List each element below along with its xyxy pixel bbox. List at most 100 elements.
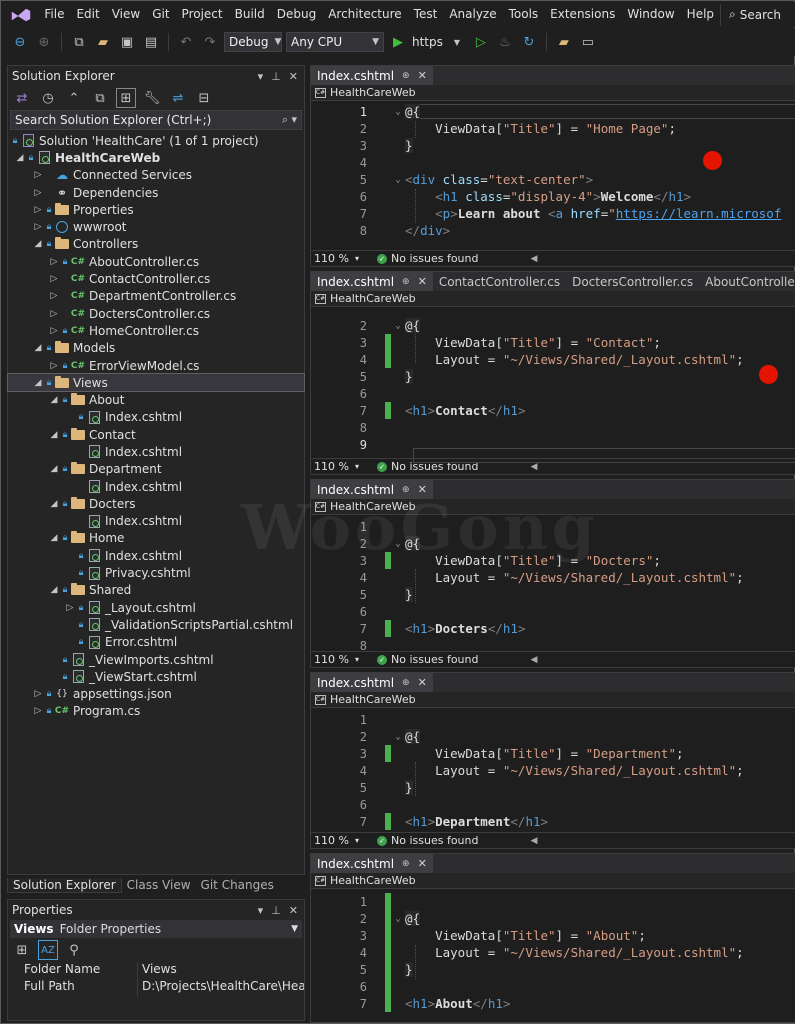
tree-item-wwwroot[interactable]: ▷ 🔒︎ wwwroot — [8, 218, 304, 235]
tree-item-appsettings[interactable]: ▷ 🔒︎ {} appsettings.json — [8, 686, 304, 703]
menu-architecture[interactable]: Architecture — [322, 2, 407, 27]
start-debugging-icon[interactable]: ▶ — [388, 32, 408, 52]
collapsed-arrow-icon[interactable]: ▷ — [48, 274, 60, 284]
tree-item-shared-error[interactable]: 🔒︎ Error.cshtml — [8, 634, 304, 651]
menu-extensions[interactable]: Extensions — [544, 2, 621, 27]
tab-index-cshtml[interactable]: Index.cshtml ⊕ ✕ — [311, 272, 433, 291]
tree-item-contact-controller[interactable]: ▷ C# ContactController.cs — [8, 270, 304, 287]
tab-git-changes[interactable]: Git Changes — [196, 878, 279, 892]
tree-item-about-index[interactable]: 🔒︎ Index.cshtml — [8, 409, 304, 426]
close-icon[interactable]: ✕ — [418, 275, 427, 288]
preview-icon[interactable]: ⇌ — [168, 88, 188, 108]
zoom-level[interactable]: 110 % ▾ — [311, 653, 369, 666]
tree-item-project[interactable]: ◢ 🔒︎ HealthCareWeb — [8, 149, 304, 166]
tab-about-controller[interactable]: AboutController.c — [699, 272, 795, 291]
tree-item-home-folder[interactable]: ◢ 🔒︎ Home — [8, 530, 304, 547]
code-editor[interactable]: 1 2 ⌄ @{ 3 ViewData["Title"] = "Docters"; … — [311, 515, 795, 653]
tree-item-contact-index[interactable]: Index.cshtml — [8, 443, 304, 460]
tree-item-home-controller[interactable]: ▷ 🔒︎ C# HomeController.cs — [8, 322, 304, 339]
collapsed-arrow-icon[interactable]: ▷ — [48, 291, 60, 301]
pin-icon[interactable]: ⊕ — [402, 859, 410, 869]
expanded-arrow-icon[interactable]: ◢ — [32, 239, 44, 249]
issues-indicator[interactable]: ✓ No issues found — [369, 653, 478, 666]
menu-project[interactable]: Project — [176, 2, 229, 27]
layout-icon[interactable]: ▭ — [578, 32, 598, 52]
menu-view[interactable]: View — [106, 2, 146, 27]
collapsed-arrow-icon[interactable]: ▷ — [48, 361, 60, 371]
expanded-arrow-icon[interactable]: ◢ — [48, 533, 60, 543]
switch-views-icon[interactable]: ⇄ — [12, 88, 32, 108]
redo-icon[interactable]: ↷ — [200, 32, 220, 52]
pin-icon[interactable]: ⊕ — [402, 277, 410, 287]
menu-help[interactable]: Help — [681, 2, 720, 27]
tree-item-shared-validation[interactable]: 🔒︎ _ValidationScriptsPartial.cshtml — [8, 616, 304, 633]
scroll-left-icon[interactable]: ◀ — [530, 655, 537, 665]
tree-item-connected-services[interactable]: ▷ ☁ Connected Services — [8, 167, 304, 184]
project-navigation-bar[interactable]: C# HealthCareWeb — [311, 291, 795, 307]
expanded-arrow-icon[interactable]: ◢ — [48, 464, 60, 474]
project-navigation-bar[interactable]: C# HealthCareWeb — [311, 499, 795, 515]
menu-tools[interactable]: Tools — [503, 2, 545, 27]
property-pages-icon[interactable]: ⚲ — [64, 940, 84, 960]
project-navigation-bar[interactable]: C# HealthCareWeb — [311, 873, 795, 889]
tab-index-cshtml[interactable]: Index.cshtml ⊕ ✕ — [311, 66, 433, 85]
chevron-down-icon[interactable]: ▾ — [258, 904, 264, 917]
expanded-arrow-icon[interactable]: ◢ — [14, 153, 26, 163]
zoom-level[interactable]: 110 % ▾ — [311, 834, 369, 847]
chevron-down-icon[interactable]: ▼ — [447, 32, 467, 52]
tab-contact-controller[interactable]: ContactController.cs — [433, 272, 566, 291]
wrench-icon[interactable]: 🔧︎ — [142, 88, 162, 108]
expanded-arrow-icon[interactable]: ◢ — [32, 343, 44, 353]
tree-item-about-folder[interactable]: ◢ 🔒︎ About — [8, 391, 304, 408]
menu-edit[interactable]: Edit — [70, 2, 105, 27]
expanded-arrow-icon[interactable]: ◢ — [48, 430, 60, 440]
scroll-left-icon[interactable]: ◀ — [530, 462, 537, 472]
tree-item-docters-folder[interactable]: ◢ 🔒︎ Docters — [8, 495, 304, 512]
close-icon[interactable]: ✕ — [418, 69, 427, 82]
zoom-level[interactable]: 110 % ▾ — [311, 252, 369, 265]
breakpoint-marker[interactable] — [703, 151, 722, 170]
menu-window[interactable]: Window — [621, 2, 680, 27]
menu-analyze[interactable]: Analyze — [443, 2, 502, 27]
code-hyperlink[interactable]: https://learn.microsof — [616, 206, 782, 221]
tree-item-program[interactable]: ▷ 🔒︎ C# Program.cs — [8, 703, 304, 720]
close-icon[interactable]: ✕ — [289, 70, 298, 83]
properties-object-select[interactable]: Views Folder Properties ▼ — [10, 920, 302, 938]
pin-icon[interactable]: ⊥ — [271, 904, 281, 917]
menu-test[interactable]: Test — [408, 2, 444, 27]
menu-debug[interactable]: Debug — [271, 2, 322, 27]
undo-icon[interactable]: ↶ — [176, 32, 196, 52]
tree-item-models[interactable]: ◢ 🔒︎ Models — [8, 340, 304, 357]
menu-build[interactable]: Build — [229, 2, 271, 27]
save-icon[interactable]: ▣ — [117, 32, 137, 52]
solution-configuration-select[interactable]: Debug ▼ — [224, 32, 282, 52]
navigate-forward-icon[interactable]: ⊕ — [34, 32, 54, 52]
tree-item-department-controller[interactable]: ▷ C# DepartmentController.cs — [8, 288, 304, 305]
breakpoint-marker[interactable] — [759, 365, 778, 384]
expanded-arrow-icon[interactable]: ◢ — [48, 585, 60, 595]
close-icon[interactable]: ✕ — [418, 676, 427, 689]
collapsed-arrow-icon[interactable]: ▷ — [32, 188, 44, 198]
issues-indicator[interactable]: ✓ No issues found — [369, 252, 478, 265]
navigate-back-icon[interactable]: ⊖ — [10, 32, 30, 52]
global-search-button[interactable]: ⌕ Search — [720, 3, 789, 26]
pin-icon[interactable]: ⊥ — [271, 70, 281, 83]
tab-solution-explorer[interactable]: Solution Explorer — [7, 877, 122, 893]
pin-icon[interactable]: ⊕ — [402, 71, 410, 81]
solution-explorer-search-input[interactable]: Search Solution Explorer (Ctrl+;) ⌕ ▾ — [10, 110, 302, 130]
tree-item-views[interactable]: ◢ 🔒︎ Views — [7, 373, 305, 393]
tab-index-cshtml[interactable]: Index.cshtml ⊕ ✕ — [311, 854, 433, 873]
tree-item-docters-index[interactable]: Index.cshtml — [8, 513, 304, 530]
tree-item-contact-folder[interactable]: ◢ 🔒︎ Contact — [8, 426, 304, 443]
code-editor[interactable]: 1 ⌄ @{ 2 ViewData["Title"] = "Home Page"; … — [311, 101, 795, 250]
code-editor[interactable]: 1 2 ⌄ @{ 3 ViewData["Title"] = "Department… — [311, 708, 795, 832]
hot-reload-icon[interactable]: ♨ — [495, 32, 515, 52]
tree-item-solution[interactable]: 🔒︎ Solution 'HealthCare' (1 of 1 project… — [8, 132, 304, 149]
zoom-level[interactable]: 110 % ▾ — [311, 460, 369, 473]
expanded-arrow-icon[interactable]: ◢ — [32, 378, 44, 388]
tab-docters-controller[interactable]: DoctersController.cs — [566, 272, 699, 291]
history-icon[interactable]: ◷ — [38, 88, 58, 108]
collapse-icon[interactable]: ⌄ — [391, 539, 405, 549]
show-all-files-icon[interactable]: ⊞ — [116, 88, 136, 108]
collapse-icon[interactable]: ⌄ — [391, 175, 405, 185]
